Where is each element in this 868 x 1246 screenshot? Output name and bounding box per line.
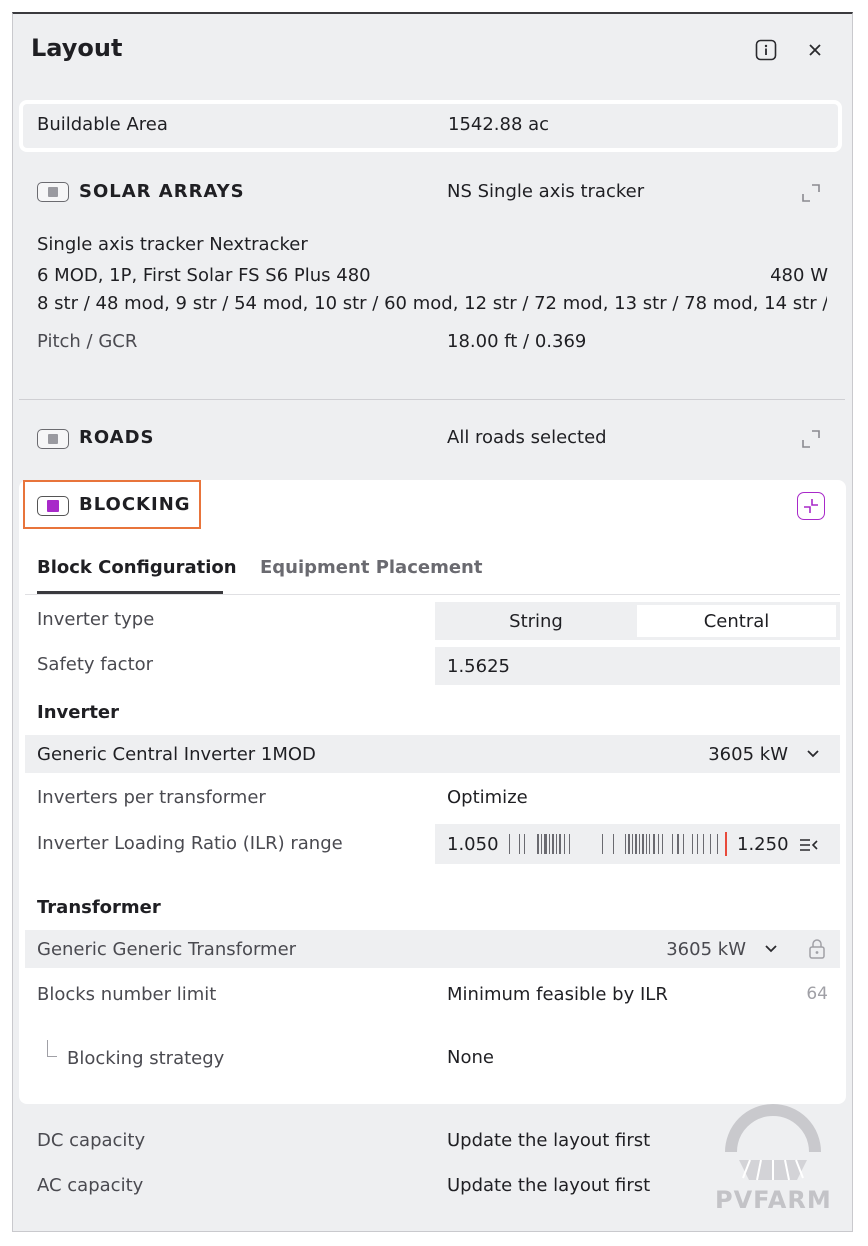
roads-toggle[interactable] [37,429,69,449]
transformer-power: 3605 kW [666,939,746,960]
inverters-per-transformer-label: Inverters per transformer [37,787,266,808]
ilr-min-value: 1.050 [447,834,499,855]
inverter-type-label: Inverter type [37,609,155,630]
solar-arrays-value: NS Single axis tracker [447,181,645,202]
pitch-gcr-label: Pitch / GCR [37,331,138,352]
pvfarm-wordmark: PVFARM [715,1186,832,1214]
ac-capacity-value: Update the layout first [447,1175,651,1196]
ilr-range-label: Inverter Loading Ratio (ILR) range [37,833,343,854]
ilr-marker [725,832,727,856]
inverter-type-central[interactable]: Central [637,605,836,637]
blocking-strategy-value[interactable]: None [447,1047,494,1068]
tracker-name: Single axis tracker Nextracker [37,234,308,255]
inverter-heading: Inverter [37,702,120,723]
pitch-gcr-value: 18.00 ft / 0.369 [447,331,587,352]
chevron-down-icon[interactable] [764,943,778,955]
chevron-down-icon[interactable] [806,748,820,760]
blocking-toggle[interactable] [37,496,69,516]
inverter-type-segmented: String Central [435,602,840,640]
buildable-area-card: Buildable Area 1542.88 ac [19,100,842,152]
roads-value: All roads selected [447,427,607,448]
blocks-limit-value[interactable]: Minimum feasible by ILR [447,984,668,1005]
collapse-icon[interactable] [797,492,825,520]
divider [19,399,845,400]
dc-capacity-label: DC capacity [37,1130,146,1151]
ilr-max-value: 1.250 [737,834,789,855]
safety-factor-label: Safety factor [37,654,154,675]
ilr-histogram [509,832,727,856]
solar-arrays-title: SOLAR ARRAYS [79,181,245,202]
tree-connector [47,1040,57,1057]
safety-factor-input[interactable]: 1.5625 [435,647,840,685]
tab-equipment-placement[interactable]: Equipment Placement [260,557,482,578]
module-description: 6 MOD, 1P, First Solar FS S6 Plus 480 [37,265,371,286]
ilr-range-slider[interactable]: 1.050 1.250 [435,824,840,864]
lock-icon[interactable] [808,938,826,960]
dc-capacity-value: Update the layout first [447,1130,651,1151]
inverter-select[interactable]: Generic Central Inverter 1MOD 3605 kW [25,735,840,773]
layout-panel: Layout Buildable Area 1542.88 ac SOLAR A… [12,12,853,1232]
roads-title: ROADS [79,427,155,448]
close-icon[interactable] [804,39,826,61]
transformer-name: Generic Generic Transformer [37,939,297,960]
info-icon[interactable] [755,39,777,61]
transformer-select[interactable]: Generic Generic Transformer 3605 kW [25,930,840,968]
blocking-strategy-label: Blocking strategy [67,1048,225,1069]
inverter-name: Generic Central Inverter 1MOD [37,744,316,765]
pvfarm-logo [713,1094,833,1194]
module-power: 480 W [770,265,828,286]
blocks-limit-label: Blocks number limit [37,984,217,1005]
blocks-limit-count: 64 [806,984,828,1004]
expand-icon[interactable] [801,183,821,207]
blocking-title: BLOCKING [79,494,191,515]
buildable-area-label: Buildable Area [37,114,168,135]
inverter-type-string[interactable]: String [435,602,637,640]
transformer-heading: Transformer [37,897,161,918]
inverters-per-transformer-value[interactable]: Optimize [447,787,528,808]
panel-title: Layout [31,34,123,62]
solar-arrays-toggle[interactable] [37,182,69,202]
blocking-card: BLOCKING Block Configuration Equipment P… [19,480,846,1104]
tab-block-configuration[interactable]: Block Configuration [37,557,237,578]
ilr-settings-icon[interactable] [799,837,819,857]
ac-capacity-label: AC capacity [37,1175,144,1196]
safety-factor-value: 1.5625 [447,656,510,677]
buildable-area-value: 1542.88 ac [448,114,550,135]
expand-icon[interactable] [801,429,821,453]
tabs-divider [25,594,840,595]
string-configs: 8 str / 48 mod, 9 str / 54 mod, 10 str /… [37,293,827,314]
inverter-power: 3605 kW [708,744,788,765]
